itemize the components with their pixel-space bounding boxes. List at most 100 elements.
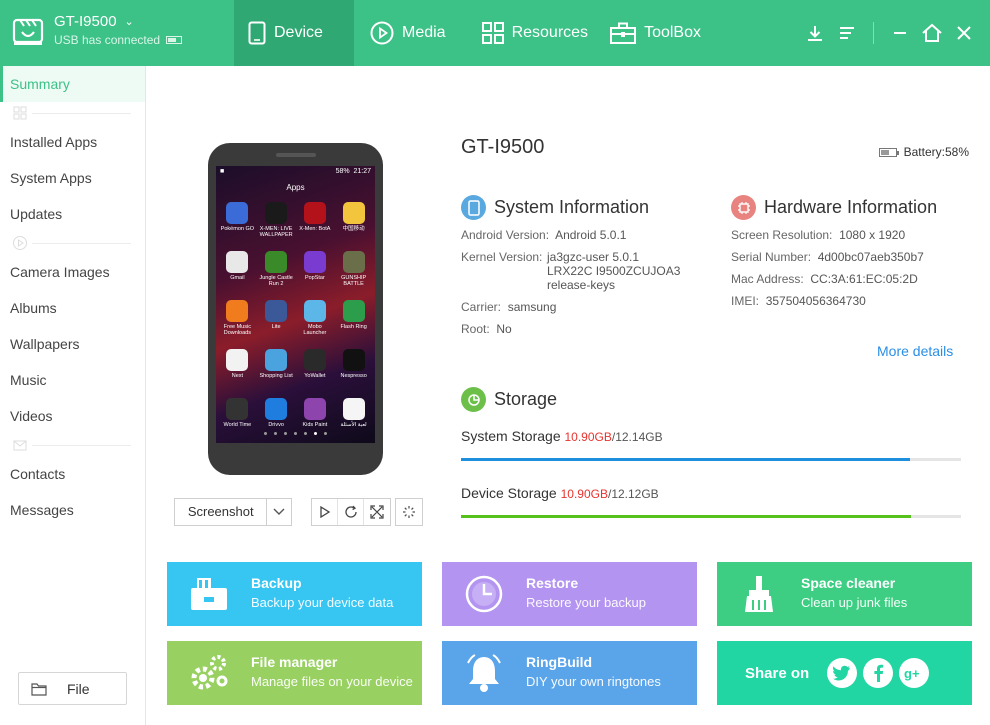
apps-grid-icon [13, 106, 27, 120]
grid-icon [481, 22, 504, 44]
phone-app-icon[interactable]: Lite [257, 300, 296, 344]
phone-app-icon[interactable]: Pokémon GO [218, 202, 257, 246]
sidebar-item-messages[interactable]: Messages [0, 492, 145, 528]
root-key: Root: [461, 322, 490, 336]
restore-tile[interactable]: Restore Restore your backup [442, 562, 697, 626]
file-manager-tile[interactable]: File manager Manage files on your device [167, 641, 422, 705]
phone-app-label: Nespresso [340, 373, 367, 379]
sidebar-item-installed-apps[interactable]: Installed Apps [0, 124, 145, 160]
phone-app-label: Pokémon GO [220, 226, 255, 232]
sidebar-divider [0, 102, 145, 124]
facebook-icon[interactable] [863, 658, 894, 688]
device-model-title: GT-I9500 [461, 136, 545, 158]
phone-app-icon[interactable]: Flash Ring [334, 300, 373, 344]
minimize-icon[interactable] [884, 17, 916, 49]
tab-resources[interactable]: Resources [462, 0, 604, 66]
space-cleaner-tile[interactable]: Space cleaner Clean up junk files [717, 562, 972, 626]
sidebar-item-wallpapers[interactable]: Wallpapers [0, 326, 145, 362]
screen-resolution-key: Screen Resolution: [731, 228, 833, 242]
backup-icon [191, 578, 227, 610]
kernel-version-key: Kernel Version: [461, 250, 543, 264]
sidebar-item-summary[interactable]: Summary [0, 66, 145, 102]
connection-status: USB has connected [54, 33, 161, 47]
bell-icon [467, 654, 501, 692]
phone-app-tile [303, 398, 326, 420]
phone-screen[interactable]: ■ 58% 21:27 Apps Pokémon GO X-MEN: LIVE W… [216, 166, 375, 443]
phone-app-icon[interactable]: YoWallet [296, 349, 335, 393]
refresh-button[interactable] [338, 499, 364, 525]
window-controls-divider [873, 22, 874, 44]
device-selector[interactable]: GT-I9500 ⌄ USB has connected [12, 12, 183, 56]
sidebar-item-contacts[interactable]: Contacts [0, 456, 145, 492]
ringbuild-tile[interactable]: RingBuild DIY your own ringtones [442, 641, 697, 705]
phone-app-tile [265, 398, 288, 420]
phone-app-icon[interactable]: Kids Paint [296, 398, 335, 442]
phone-notification-icon: ■ [220, 168, 225, 175]
play-button[interactable] [312, 499, 338, 525]
file-button[interactable]: File [18, 672, 127, 705]
root-row: Root: No [461, 322, 512, 336]
phone-app-icon[interactable]: 中国移动 [334, 202, 373, 246]
phone-app-icon[interactable]: Shopping List [257, 349, 296, 393]
phone-app-icon[interactable]: PopStar [296, 251, 335, 295]
tab-media[interactable]: Media [354, 0, 462, 66]
spinner-icon [403, 506, 415, 518]
phone-app-icon[interactable]: Gmail [218, 251, 257, 295]
home-icon[interactable] [916, 17, 948, 49]
phone-app-tile [342, 398, 365, 420]
sidebar-divider [0, 434, 145, 456]
screenshot-button[interactable]: Screenshot [175, 499, 268, 525]
fullscreen-button[interactable] [364, 499, 390, 525]
chevron-down-icon[interactable]: ⌄ [125, 12, 134, 32]
google-plus-icon[interactable]: g+ [899, 658, 930, 688]
phone-app-icon[interactable]: لعبة الأسئلة [334, 398, 373, 442]
phone-app-icon[interactable]: GUNSHIP BATTLE [334, 251, 373, 295]
twitter-icon[interactable] [827, 658, 858, 688]
backup-tile[interactable]: Backup Backup your device data [167, 562, 422, 626]
share-tile: Share on g+ [717, 641, 972, 705]
screenshot-dropdown[interactable] [267, 499, 291, 525]
restore-title: Restore [526, 575, 579, 591]
menu-icon[interactable] [831, 17, 863, 49]
sidebar-item-albums[interactable]: Albums [0, 290, 145, 326]
sidebar-item-system-apps[interactable]: System Apps [0, 160, 145, 196]
phone-app-icon[interactable]: Nespresso [334, 349, 373, 393]
loading-button[interactable] [395, 498, 423, 526]
battery-status: Battery:58% [878, 145, 969, 159]
sidebar-item-videos[interactable]: Videos [0, 398, 145, 434]
phone-app-icon[interactable]: Mobo Launcher [296, 300, 335, 344]
device-storage-bar-fill [461, 515, 911, 518]
phone-app-icon[interactable]: Jungle Castle Run 2 [257, 251, 296, 295]
phone-app-icon[interactable]: Drivvo [257, 398, 296, 442]
download-icon[interactable] [799, 17, 831, 49]
tab-device[interactable]: Device [234, 0, 354, 66]
mac-address-row: Mac Address: CC:3A:61:EC:05:2D [731, 272, 918, 286]
more-details-link[interactable]: More details [877, 343, 953, 359]
phone-app-label: Drivvo [268, 422, 284, 428]
phone-app-icon[interactable]: Free Music Downloads [218, 300, 257, 344]
serial-number-value: 4d00bc07aeb350b7 [817, 250, 924, 264]
phone-app-tile [265, 202, 288, 224]
sidebar-item-camera-images[interactable]: Camera Images [0, 254, 145, 290]
device-storage-used: 10.90GB [560, 487, 608, 501]
phone-app-icon[interactable]: Next [218, 349, 257, 393]
phone-app-tile [303, 202, 326, 224]
phone-app-grid: Pokémon GO X-MEN: LIVE WALLPAPER X-Men: Bo… [218, 202, 373, 442]
system-storage-bar [461, 458, 961, 461]
space-cleaner-title: Space cleaner [801, 575, 896, 591]
phone-app-icon[interactable]: World Time [218, 398, 257, 442]
storage-icon [461, 387, 486, 412]
phone-app-icon[interactable]: X-MEN: LIVE WALLPAPER [257, 202, 296, 246]
hardware-info-heading: Hardware Information [731, 195, 937, 220]
system-storage-row: System Storage 10.90GB/12.14GB [461, 428, 663, 444]
svg-text:g+: g+ [904, 666, 920, 681]
tab-toolbox[interactable]: ToolBox [604, 0, 717, 66]
carrier-key: Carrier: [461, 300, 502, 314]
sidebar-item-music[interactable]: Music [0, 362, 145, 398]
share-on-label: Share on [745, 664, 810, 682]
close-icon[interactable] [948, 17, 980, 49]
sidebar-item-updates[interactable]: Updates [0, 196, 145, 232]
phone-app-label: لعبة الأسئلة [340, 422, 367, 428]
screen-resolution-value: 1080 x 1920 [839, 228, 906, 242]
phone-app-icon[interactable]: X-Men: BotA [296, 202, 335, 246]
